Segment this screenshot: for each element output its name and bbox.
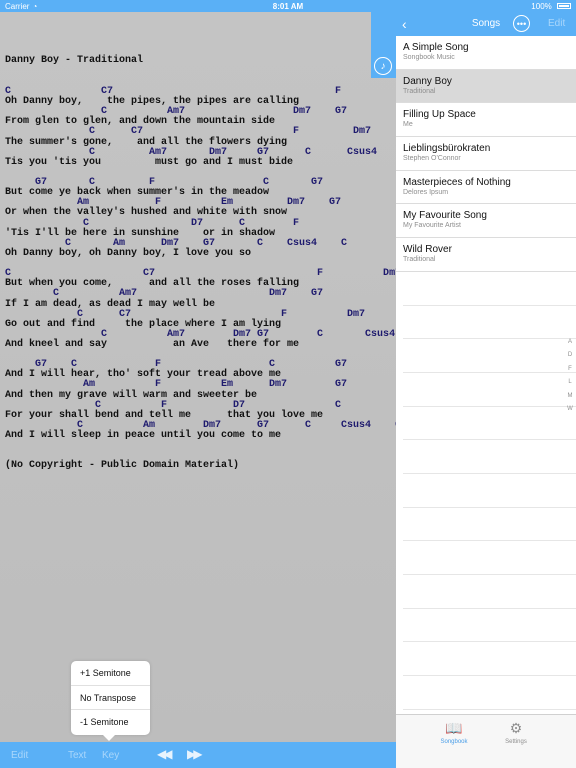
book-icon: 📖	[445, 720, 463, 736]
no-transpose-option[interactable]: No Transpose	[71, 686, 150, 711]
song-row-artist: Delores Ipsum	[403, 188, 449, 196]
empty-row	[403, 339, 576, 373]
wifi-icon: ◔	[32, 1, 38, 11]
song-title: Danny Boy - Traditional	[5, 55, 144, 66]
index-letter[interactable]: L	[566, 379, 574, 392]
battery-icon	[557, 3, 571, 10]
edit-button[interactable]: Edit	[11, 750, 28, 761]
empty-row	[403, 407, 576, 441]
index-letter[interactable]: W	[566, 406, 574, 419]
index-letter[interactable]: F	[566, 366, 574, 379]
song-row-artist: Traditional	[403, 256, 436, 264]
transpose-up-option[interactable]: +1 Semitone	[71, 661, 150, 686]
key-button[interactable]: Key	[102, 750, 119, 761]
empty-row	[403, 373, 576, 407]
fast-forward-icon[interactable]: ▶▶	[187, 747, 203, 761]
rewind-icon[interactable]: ◀◀	[157, 747, 173, 761]
tab-settings-label: Settings	[505, 739, 527, 745]
carrier-label: Carrier	[5, 1, 30, 11]
bottom-toolbar: Edit Text Key ◀◀ ▶▶	[0, 742, 396, 768]
song-row-title: Masterpieces of Nothing	[403, 176, 511, 188]
song-row-artist: Me	[403, 121, 413, 129]
lyric-line: Oh Danny boy, oh Danny boy, I love you s…	[5, 247, 252, 259]
song-row-artist: Stephen O'Connor	[403, 155, 461, 163]
transpose-down-option[interactable]: -1 Semitone	[71, 710, 150, 735]
empty-row	[403, 575, 576, 609]
song-row[interactable]: Masterpieces of Nothing Delores Ipsum	[396, 170, 576, 205]
song-row-title: A Simple Song	[403, 42, 469, 53]
alphabet-index[interactable]: ADFLMW	[566, 339, 574, 419]
song-row[interactable]: My Favourite Song My Favourite Artist	[396, 204, 576, 239]
empty-row	[403, 306, 576, 340]
song-row-title: Lieblingsbürokraten	[403, 143, 491, 155]
song-row[interactable]: A Simple Song Songbook Music	[396, 36, 576, 70]
status-time: 8:01 AM	[272, 1, 304, 11]
text-button[interactable]: Text	[68, 750, 86, 761]
carrier-group: Carrier ◔	[5, 2, 37, 11]
song-row-title: Danny Boy	[403, 75, 452, 87]
lyric-sheet[interactable]: Danny Boy - Traditional C C7 F Dm7 Oh Dan…	[0, 12, 396, 742]
empty-row	[403, 676, 576, 710]
song-row-title: My Favourite Song	[403, 210, 487, 222]
empty-row	[403, 609, 576, 643]
gear-icon: ⚙	[509, 720, 523, 736]
copyright-note: (No Copyright - Public Domain Material)	[5, 460, 240, 472]
empty-row	[403, 272, 576, 306]
index-letter[interactable]: A	[566, 339, 574, 352]
lyric-line: And kneel and say an Ave there for me	[5, 339, 300, 350]
battery-group: 100%	[531, 2, 571, 11]
empty-row	[403, 440, 576, 474]
lyric-line: And I will sleep in peace until you come…	[5, 430, 282, 442]
empty-row	[403, 642, 576, 677]
more-options-icon[interactable]: •••	[513, 15, 530, 32]
song-row[interactable]: Lieblingsbürokraten Stephen O'Connor	[396, 137, 576, 171]
song-row-title: Filling Up Space	[403, 109, 476, 121]
songs-panel: ‹ Songs ••• Edit A Simple Song Songbook M…	[396, 12, 576, 768]
tab-settings[interactable]: ⚙ Settings	[496, 719, 536, 745]
lyric-line: Tis you 'tis you must go and I must bide	[5, 156, 294, 168]
song-row-artist: My Favourite Artist	[403, 222, 461, 230]
empty-row	[403, 474, 576, 508]
tuning-fork-icon[interactable]: ♪	[374, 57, 392, 75]
transpose-popover: +1 Semitone No Transpose -1 Semitone	[71, 661, 150, 741]
song-list: A Simple Song Songbook Music Danny Boy Trad…	[396, 36, 576, 710]
song-row[interactable]: Wild Rover Traditional	[396, 238, 576, 272]
song-row[interactable]: Filling Up Space Me	[396, 103, 576, 138]
tab-songbook-label: Songbook	[440, 739, 468, 745]
song-row-artist: Traditional	[403, 87, 436, 95]
status-bar: Carrier ◔ 8:01 AM 100%	[0, 0, 576, 12]
song-row-title: Wild Rover	[403, 244, 452, 256]
empty-row	[403, 541, 576, 575]
tab-bar: 📖 Songbook ⚙ Settings	[396, 714, 576, 768]
songs-navbar: ‹ Songs ••• Edit	[396, 12, 576, 36]
index-letter[interactable]: D	[566, 352, 574, 365]
song-row-artist: Songbook Music	[403, 54, 455, 61]
tab-songbook[interactable]: 📖 Songbook	[434, 719, 474, 745]
battery-percent: 100%	[531, 1, 552, 11]
index-letter[interactable]: M	[566, 393, 574, 406]
song-row[interactable]: Danny Boy Traditional	[396, 69, 576, 104]
edit-songs-button[interactable]: Edit	[548, 18, 565, 29]
empty-row	[403, 508, 576, 542]
